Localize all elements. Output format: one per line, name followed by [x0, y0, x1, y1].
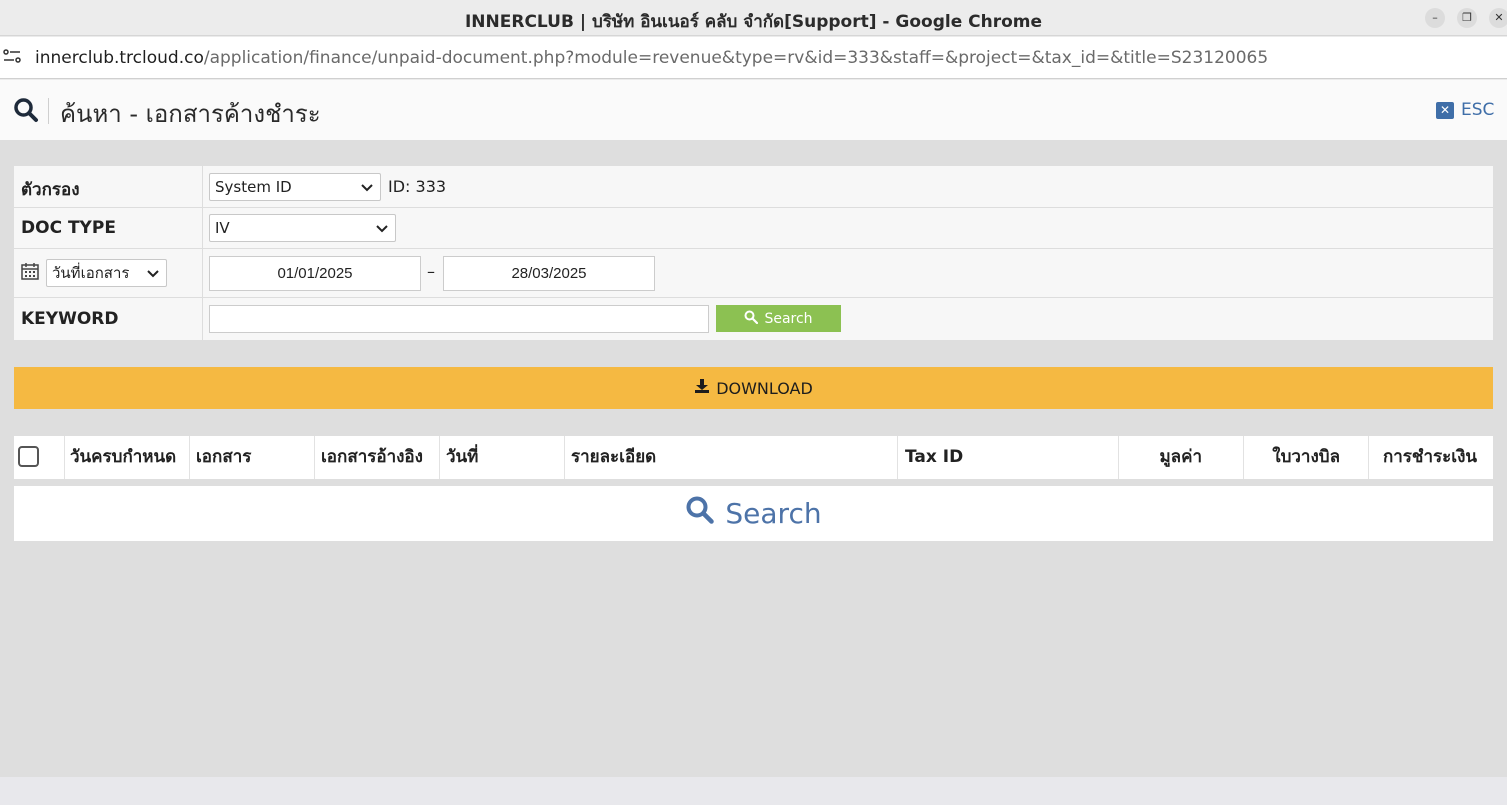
filter-select[interactable]: System ID [209, 173, 381, 201]
chevron-down-icon [361, 174, 373, 200]
select-all-checkbox[interactable] [18, 446, 39, 467]
search-icon [13, 97, 39, 127]
date-separator: – [427, 262, 435, 281]
column-header[interactable]: Tax ID [898, 436, 1119, 479]
url-path: /application/finance/unpaid-document.php… [203, 48, 1269, 68]
content-area: ตัวกรอง System ID ID: 333 DOC TYPE IV วั… [0, 140, 1507, 777]
download-button[interactable]: DOWNLOAD [14, 367, 1493, 409]
date-type-value: วันที่เอกสาร [52, 264, 130, 282]
results-table: วันครบกำหนด เอกสาร เอกสารอ้างอิง วันที่ … [14, 436, 1493, 541]
page-title: ค้นหา - เอกสารค้างชำระ [60, 100, 321, 128]
column-header[interactable]: รายละเอียด [565, 436, 898, 479]
filter-label-cell: ตัวกรอง [14, 166, 203, 207]
empty-search-label: Search [725, 497, 822, 530]
chevron-down-icon [147, 260, 159, 286]
column-header[interactable]: วันที่ [440, 436, 565, 479]
esc-label: ESC [1461, 100, 1495, 120]
filter-row: ตัวกรอง System ID ID: 333 [14, 166, 1493, 208]
keyword-input[interactable] [209, 305, 709, 333]
window-title: INNERCLUB | บริษัท อินเนอร์ คลับ จำกัด[S… [464, 12, 1043, 32]
url-domain: innerclub.trcloud.co [35, 48, 204, 68]
search-button[interactable]: Search [716, 305, 841, 332]
minimize-button[interactable]: – [1425, 8, 1445, 28]
doc-type-select[interactable]: IV [209, 214, 396, 242]
download-label: DOWNLOAD [716, 378, 813, 398]
doc-type-label-cell: DOC TYPE [14, 208, 203, 248]
doc-type-label: DOC TYPE [21, 218, 116, 238]
date-type-select[interactable]: วันที่เอกสาร [46, 259, 167, 287]
column-header[interactable]: มูลค่า [1119, 436, 1244, 479]
table-header: วันครบกำหนด เอกสาร เอกสารอ้างอิง วันที่ … [14, 436, 1493, 479]
filter-label: ตัวกรอง [21, 180, 80, 200]
column-header[interactable]: เอกสาร [190, 436, 315, 479]
keyword-label-cell: KEYWORD [14, 298, 203, 340]
filter-panel: ตัวกรอง System ID ID: 333 DOC TYPE IV วั… [14, 166, 1493, 340]
window-titlebar: INNERCLUB | บริษัท อินเนอร์ คลับ จำกัด[S… [0, 0, 1507, 36]
search-button-label: Search [764, 310, 813, 327]
search-icon [685, 495, 715, 532]
close-window-button[interactable]: ✕ [1489, 8, 1507, 28]
date-label-cell: วันที่เอกสาร [14, 249, 203, 297]
column-header[interactable]: การชำระเงิน [1369, 436, 1493, 479]
date-from-input[interactable] [209, 256, 421, 291]
doc-type-value: IV [215, 219, 230, 237]
date-row: วันที่เอกสาร – [14, 249, 1493, 298]
page-header: ค้นหา - เอกสารค้างชำระ ✕ ESC [0, 80, 1507, 140]
download-icon [694, 378, 710, 398]
calendar-icon [21, 262, 39, 284]
filter-select-value: System ID [215, 178, 292, 196]
header-divider [48, 98, 49, 124]
date-to-input[interactable] [443, 256, 655, 291]
close-icon: ✕ [1436, 101, 1454, 119]
keyword-row: KEYWORD Search [14, 298, 1493, 340]
filter-id-text: ID: 333 [388, 177, 447, 196]
bottom-strip [0, 777, 1507, 805]
chevron-down-icon [376, 215, 388, 241]
doc-type-row: DOC TYPE IV [14, 208, 1493, 249]
column-header[interactable]: ใบวางบิล [1244, 436, 1369, 479]
empty-search-row[interactable]: Search [14, 486, 1493, 541]
site-settings-icon[interactable] [3, 49, 21, 67]
select-all-cell [14, 436, 65, 479]
esc-button[interactable]: ✕ ESC [1436, 100, 1494, 120]
maximize-button[interactable]: ❐ [1457, 8, 1477, 28]
url-text[interactable]: innerclub.trcloud.co/application/finance… [35, 48, 1268, 68]
column-header[interactable]: เอกสารอ้างอิง [315, 436, 440, 479]
search-icon [744, 310, 759, 328]
keyword-label: KEYWORD [21, 309, 119, 329]
address-bar[interactable]: innerclub.trcloud.co/application/finance… [0, 37, 1507, 79]
column-header[interactable]: วันครบกำหนด [65, 436, 190, 479]
